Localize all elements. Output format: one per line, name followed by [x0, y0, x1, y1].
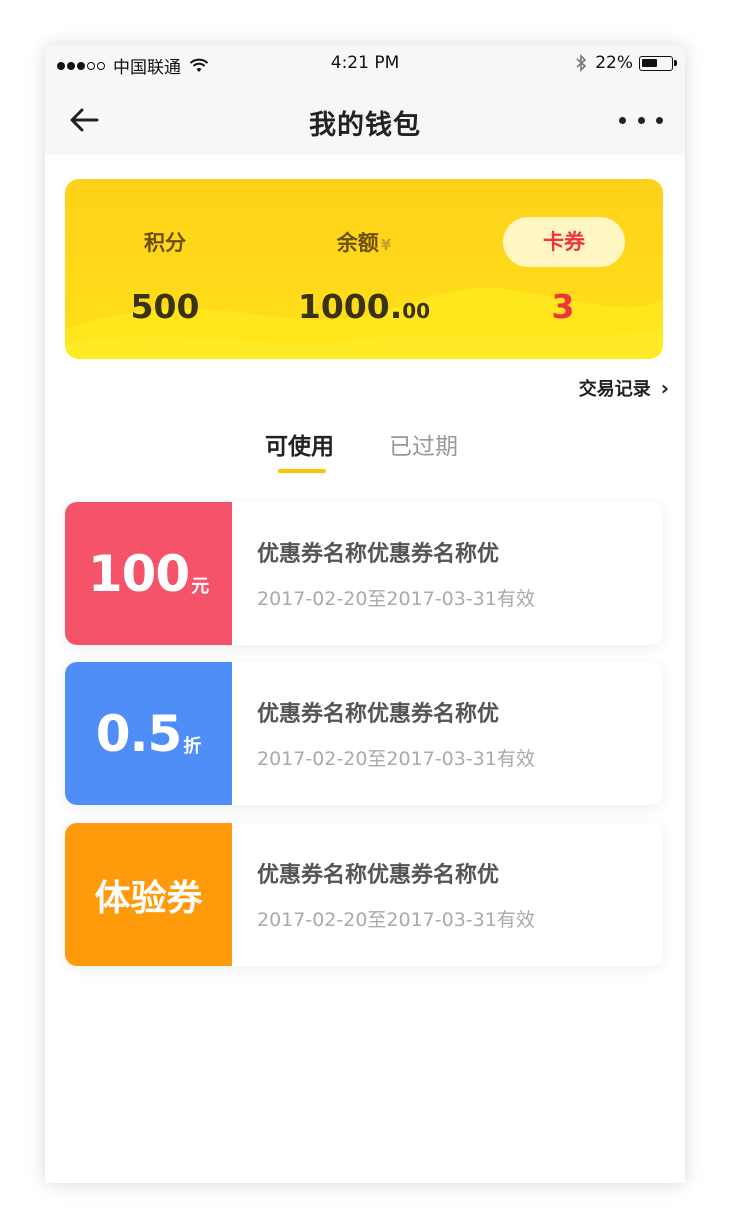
coupon-value-badge: 0.5 折	[65, 662, 232, 805]
battery-icon	[639, 55, 677, 71]
coupons-tab-button[interactable]: 卡券	[503, 217, 625, 267]
transactions-link[interactable]: 交易记录 ›	[579, 375, 669, 401]
coupon-card[interactable]: 体验券 优惠券名称优惠券名称优 2017-02-20至2017-03-31有效	[65, 823, 663, 966]
chevron-right-icon: ›	[660, 376, 669, 400]
points-label: 积分	[144, 231, 186, 255]
balance-label: 余额	[336, 231, 379, 255]
phone-screen: 中国联通 4:21 PM 22% 我的钱包 积分 500 余额 ¥ 1000.0…	[45, 45, 685, 1183]
nav-bar: 我的钱包	[45, 83, 685, 155]
balance-section[interactable]: 余额 ¥ 1000.00	[264, 179, 464, 359]
coupon-name: 优惠券名称优惠券名称优	[257, 863, 500, 888]
more-dots-icon	[619, 116, 626, 124]
tab-usable[interactable]: 可使用	[265, 427, 334, 461]
coupon-name: 优惠券名称优惠券名称优	[257, 702, 500, 727]
coupons-section: 卡券 3	[463, 179, 663, 359]
active-tab-indicator	[278, 469, 326, 473]
coupons-count: 3	[551, 287, 575, 326]
coupon-value-badge: 体验券	[65, 823, 232, 966]
transactions-link-label: 交易记录	[578, 379, 651, 400]
coupon-card[interactable]: 100 元 优惠券名称优惠券名称优 2017-02-20至2017-03-31有效	[65, 502, 663, 645]
more-button[interactable]	[619, 105, 663, 135]
coupon-validity: 2017-02-20至2017-03-31有效	[257, 909, 535, 931]
coupon-card[interactable]: 0.5 折 优惠券名称优惠券名称优 2017-02-20至2017-03-31有效	[65, 662, 663, 805]
yen-icon: ¥	[380, 236, 392, 254]
coupon-validity: 2017-02-20至2017-03-31有效	[257, 748, 535, 770]
bluetooth-icon	[576, 54, 587, 72]
coupon-status-tabs: 可使用 已过期	[45, 427, 685, 477]
status-bar: 中国联通 4:21 PM 22%	[45, 45, 685, 83]
points-value: 500	[130, 287, 200, 326]
coupon-name: 优惠券名称优惠券名称优	[257, 542, 500, 567]
battery-percent: 22%	[595, 53, 633, 73]
page-title: 我的钱包	[309, 110, 421, 141]
wallet-summary-card: 积分 500 余额 ¥ 1000.00 卡券 3	[65, 179, 663, 359]
coupon-validity: 2017-02-20至2017-03-31有效	[257, 588, 535, 610]
points-section[interactable]: 积分 500	[65, 179, 265, 359]
tab-expired[interactable]: 已过期	[389, 427, 458, 461]
balance-value: 1000.00	[297, 287, 431, 326]
coupon-value-badge: 100 元	[65, 502, 232, 645]
